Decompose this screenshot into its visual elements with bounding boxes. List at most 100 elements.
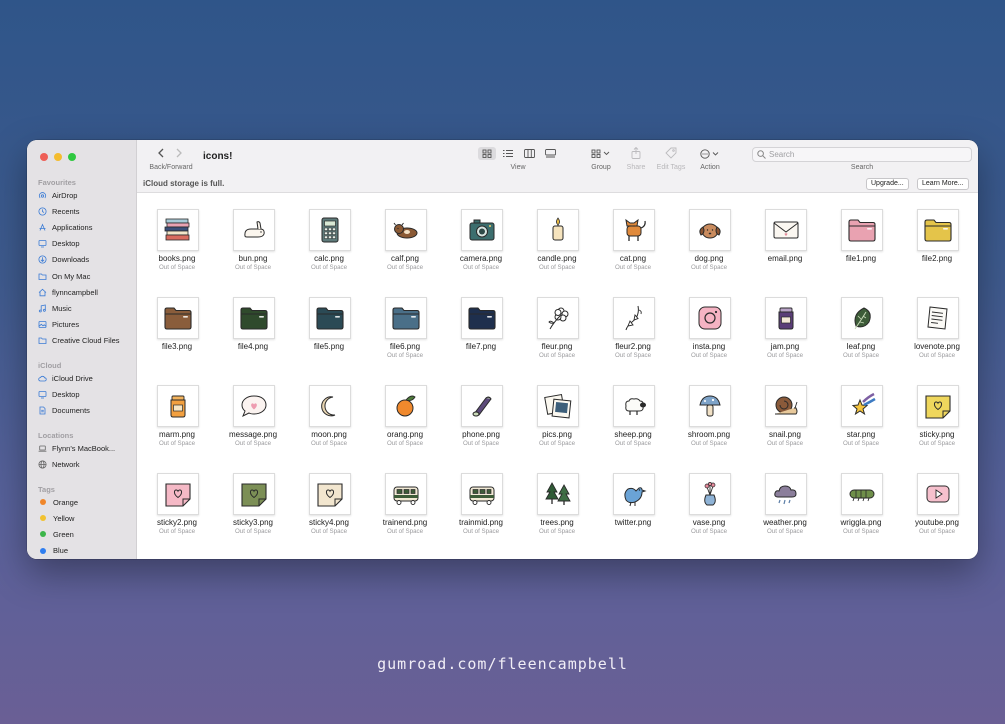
file-item[interactable]: star.png Out of Space [823, 369, 899, 457]
sidebar-item-desktop[interactable]: Desktop [38, 387, 80, 401]
zoom-window-button[interactable] [68, 153, 76, 161]
file-thumbnail[interactable] [385, 385, 427, 427]
file-item[interactable]: marm.png Out of Space [139, 369, 215, 457]
sidebar-item-orange[interactable]: Orange [38, 495, 78, 509]
file-thumbnail[interactable] [537, 297, 579, 339]
file-item[interactable]: youtube.png Out of Space [899, 457, 975, 545]
file-item[interactable]: sticky4.png Out of Space [291, 457, 367, 545]
file-item[interactable]: phone.png Out of Space [443, 369, 519, 457]
file-item[interactable]: lovenote.png Out of Space [899, 281, 975, 369]
file-item[interactable]: file2.png [899, 193, 975, 281]
file-item[interactable]: cat.png Out of Space [595, 193, 671, 281]
back-button[interactable] [155, 147, 167, 159]
file-item[interactable]: moon.png Out of Space [291, 369, 367, 457]
file-thumbnail[interactable] [917, 297, 959, 339]
sidebar-item-downloads[interactable]: Downloads [38, 253, 89, 267]
file-thumbnail[interactable] [537, 209, 579, 251]
file-item[interactable]: calc.png Out of Space [291, 193, 367, 281]
file-item[interactable]: file7.png [443, 281, 519, 369]
file-thumbnail[interactable] [841, 385, 883, 427]
sidebar-item-yellow[interactable]: Yellow [38, 511, 74, 525]
file-thumbnail[interactable] [157, 209, 199, 251]
file-item[interactable]: sheep.png Out of Space [595, 369, 671, 457]
file-item[interactable]: camera.png Out of Space [443, 193, 519, 281]
file-item[interactable]: orang.png Out of Space [367, 369, 443, 457]
file-item[interactable]: jam.png Out of Space [747, 281, 823, 369]
file-thumbnail[interactable] [613, 385, 655, 427]
sidebar-item-icloud-drive[interactable]: iCloud Drive [38, 371, 93, 385]
sidebar-item-pictures[interactable]: Pictures [38, 318, 79, 332]
file-thumbnail[interactable] [841, 297, 883, 339]
close-window-button[interactable] [40, 153, 48, 161]
file-thumbnail[interactable] [917, 209, 959, 251]
file-thumbnail[interactable] [157, 385, 199, 427]
sidebar-item-flynn-s-macbook[interactable]: Flynn's MacBook... [38, 441, 115, 455]
file-thumbnail[interactable] [765, 473, 807, 515]
file-item[interactable]: wriggla.png Out of Space [823, 457, 899, 545]
sidebar-item-music[interactable]: Music [38, 301, 72, 315]
file-thumbnail[interactable] [765, 297, 807, 339]
file-thumbnail[interactable] [613, 209, 655, 251]
file-thumbnail[interactable] [689, 209, 731, 251]
search-field[interactable]: Search [752, 147, 972, 162]
file-thumbnail[interactable] [385, 297, 427, 339]
file-item[interactable]: shroom.png Out of Space [671, 369, 747, 457]
file-item[interactable]: trainend.png Out of Space [367, 457, 443, 545]
file-item[interactable]: message.png Out of Space [215, 369, 291, 457]
file-item[interactable]: pics.png Out of Space [519, 369, 595, 457]
file-thumbnail[interactable] [689, 385, 731, 427]
file-item[interactable]: email.png [747, 193, 823, 281]
file-item[interactable]: insta.png Out of Space [671, 281, 747, 369]
file-thumbnail[interactable] [613, 473, 655, 515]
file-item[interactable]: file1.png [823, 193, 899, 281]
sidebar-item-flynncampbell[interactable]: flynncampbell [38, 285, 98, 299]
minimize-window-button[interactable] [54, 153, 62, 161]
column-view-button[interactable] [520, 147, 538, 160]
file-item[interactable]: snail.png Out of Space [747, 369, 823, 457]
file-thumbnail[interactable] [309, 297, 351, 339]
icon-view-button[interactable] [478, 147, 496, 160]
file-thumbnail[interactable] [461, 209, 503, 251]
file-thumbnail[interactable] [309, 209, 351, 251]
list-view-button[interactable] [499, 147, 517, 160]
file-item[interactable]: trees.png Out of Space [519, 457, 595, 545]
sidebar-item-documents[interactable]: Documents [38, 403, 90, 417]
file-thumbnail[interactable] [917, 473, 959, 515]
sidebar-item-on-my-mac[interactable]: On My Mac [38, 269, 90, 283]
file-item[interactable]: sticky2.png Out of Space [139, 457, 215, 545]
file-thumbnail[interactable] [461, 385, 503, 427]
file-thumbnail[interactable] [765, 385, 807, 427]
sidebar-item-applications[interactable]: Applications [38, 220, 92, 234]
sidebar-item-network[interactable]: Network [38, 457, 80, 471]
sidebar-item-green[interactable]: Green [38, 527, 74, 541]
file-item[interactable]: file3.png [139, 281, 215, 369]
file-item[interactable]: weather.png Out of Space [747, 457, 823, 545]
file-thumbnail[interactable] [461, 473, 503, 515]
file-item[interactable]: file6.png Out of Space [367, 281, 443, 369]
file-item[interactable]: file4.png [215, 281, 291, 369]
file-thumbnail[interactable] [689, 473, 731, 515]
file-thumbnail[interactable] [461, 297, 503, 339]
file-item[interactable]: sticky3.png Out of Space [215, 457, 291, 545]
search-placeholder[interactable]: Search [769, 150, 794, 159]
sidebar-item-creative-cloud-files[interactable]: Creative Cloud Files [38, 334, 120, 348]
file-thumbnail[interactable] [841, 473, 883, 515]
file-item[interactable]: bun.png Out of Space [215, 193, 291, 281]
learn-more-button[interactable]: Learn More... [917, 178, 969, 190]
file-item[interactable]: trainmid.png Out of Space [443, 457, 519, 545]
action-button[interactable] [698, 147, 722, 160]
file-thumbnail[interactable] [233, 297, 275, 339]
file-thumbnail[interactable] [537, 385, 579, 427]
file-thumbnail[interactable] [385, 209, 427, 251]
sidebar-item-airdrop[interactable]: AirDrop [38, 188, 77, 202]
file-item[interactable]: file5.png [291, 281, 367, 369]
file-thumbnail[interactable] [689, 297, 731, 339]
sidebar-item-blue[interactable]: Blue [38, 544, 68, 558]
file-thumbnail[interactable] [157, 473, 199, 515]
share-button[interactable] [629, 146, 643, 160]
file-thumbnail[interactable] [917, 385, 959, 427]
file-item[interactable]: twitter.png [595, 457, 671, 545]
file-thumbnail[interactable] [233, 385, 275, 427]
sidebar-item-recents[interactable]: Recents [38, 204, 80, 218]
file-item[interactable]: books.png Out of Space [139, 193, 215, 281]
